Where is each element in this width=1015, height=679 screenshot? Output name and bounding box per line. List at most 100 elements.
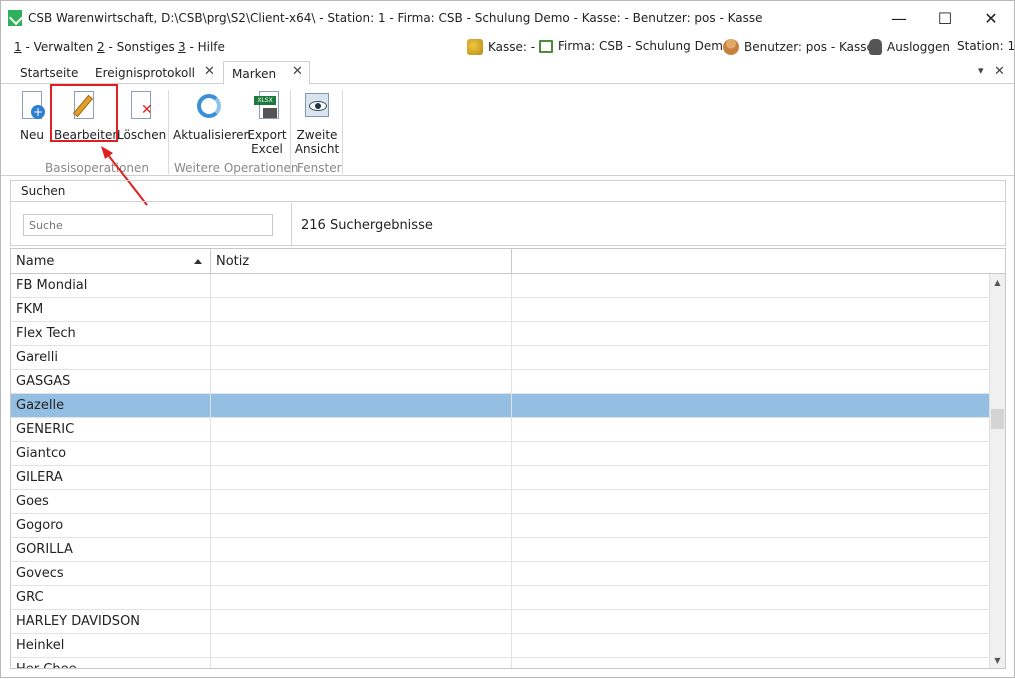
cell-notiz (211, 610, 512, 634)
cell-notiz (211, 274, 512, 298)
tab-list-dropdown-icon[interactable]: ▾ (978, 64, 984, 77)
table-row[interactable]: Govecs (11, 562, 990, 586)
loeschen-button[interactable]: ✕ Löschen (117, 88, 166, 160)
cell-name: GASGAS (11, 370, 211, 394)
document-tabs: Startseite Ereignisprotokoll ✕ Marken ✕ … (1, 60, 1014, 85)
application-window: CSB Warenwirtschaft, D:\CSB\prg\S2\Clien… (0, 0, 1015, 678)
group-label-weitere-operationen: Weitere Operationen (174, 161, 299, 175)
cell-filler (512, 322, 990, 346)
aktualisieren-button[interactable]: Aktualisieren (173, 88, 251, 160)
marken-grid: Name Notiz FB Mondial FKM Flex Tech Garelli… (10, 248, 1006, 669)
search-panel: Suchen 216 Suchergebnisse (10, 180, 1006, 246)
menu-verwalten[interactable]: 1 - Verwalten (14, 40, 93, 54)
table-row[interactable]: GORILLA (11, 538, 990, 562)
vertical-scrollbar[interactable]: ▲ ▼ (989, 274, 1005, 668)
table-row[interactable]: GASGAS (11, 370, 990, 394)
cell-name: Giantco (11, 442, 211, 466)
cash-register-icon (467, 39, 483, 55)
search-header: Suchen (11, 181, 1005, 202)
tab-marken-close-icon[interactable]: ✕ (292, 64, 303, 79)
highlight-box (50, 84, 118, 142)
minimize-button[interactable]: — (876, 1, 922, 35)
status-firma[interactable]: Firma: CSB - Schulung Demo (539, 39, 730, 53)
logout-button[interactable]: Ausloggen (869, 39, 950, 55)
table-row[interactable]: Gogoro (11, 514, 990, 538)
table-row[interactable]: FB Mondial (11, 274, 990, 298)
neu-button[interactable]: + Neu (15, 88, 49, 160)
cell-filler (512, 538, 990, 562)
cell-name: Flex Tech (11, 322, 211, 346)
table-row[interactable]: GENERIC (11, 418, 990, 442)
close-window-button[interactable]: ✕ (968, 1, 1014, 35)
cell-filler (512, 562, 990, 586)
window-title: CSB Warenwirtschaft, D:\CSB\prg\S2\Clien… (28, 11, 763, 25)
status-kasse[interactable]: Kasse: - (467, 39, 535, 55)
cell-filler (512, 466, 990, 490)
table-row[interactable]: FKM (11, 298, 990, 322)
cell-notiz (211, 346, 512, 370)
menu-hilfe[interactable]: 3 - Hilfe (178, 40, 225, 54)
cell-filler (512, 610, 990, 634)
cell-filler (512, 274, 990, 298)
column-header-name[interactable]: Name (11, 249, 211, 274)
scroll-thumb[interactable] (991, 409, 1004, 429)
cell-notiz (211, 514, 512, 538)
cell-filler (512, 586, 990, 610)
cell-name: Gogoro (11, 514, 211, 538)
maximize-button[interactable]: ☐ (922, 1, 968, 35)
cell-name: FKM (11, 298, 211, 322)
scroll-down-icon[interactable]: ▼ (990, 652, 1005, 668)
cell-filler (512, 370, 990, 394)
cell-name: Gazelle (11, 394, 211, 418)
status-station: Station: 1 (957, 39, 1015, 53)
cell-notiz (211, 490, 512, 514)
cell-filler (512, 418, 990, 442)
search-input[interactable] (23, 214, 273, 236)
tab-ereignisprotokoll[interactable]: Ereignisprotokoll (87, 61, 203, 84)
cell-filler (512, 514, 990, 538)
second-view-eye-icon (301, 90, 333, 122)
sort-ascending-icon (194, 259, 202, 264)
cell-name: GORILLA (11, 538, 211, 562)
table-row[interactable]: Gazelle (11, 394, 990, 418)
cell-name: Garelli (11, 346, 211, 370)
table-row[interactable]: Flex Tech (11, 322, 990, 346)
title-bar: CSB Warenwirtschaft, D:\CSB\prg\S2\Clien… (1, 1, 1014, 35)
table-row[interactable]: GILERA (11, 466, 990, 490)
cell-notiz (211, 538, 512, 562)
table-row[interactable]: GRC (11, 586, 990, 610)
table-row[interactable]: Garelli (11, 346, 990, 370)
table-row[interactable]: Her Chee (11, 658, 990, 668)
tab-ereignisprotokoll-close-icon[interactable]: ✕ (204, 64, 215, 79)
excel-export-icon: XLSX (251, 90, 283, 122)
ribbon-toolbar: + Neu Bearbeiten ✕ Löschen Basisoperatio… (1, 84, 1014, 176)
home-icon (539, 39, 553, 53)
cell-notiz (211, 562, 512, 586)
menu-sonstiges[interactable]: 2 - Sonstiges (97, 40, 175, 54)
cell-name: Heinkel (11, 634, 211, 658)
table-row[interactable]: Goes (11, 490, 990, 514)
user-icon (723, 39, 739, 55)
cell-notiz (211, 370, 512, 394)
table-row[interactable]: Heinkel (11, 634, 990, 658)
ribbon-separator (290, 90, 291, 174)
zweite-ansicht-button[interactable]: Zweite Ansicht (294, 88, 340, 160)
tab-startseite[interactable]: Startseite (12, 61, 86, 84)
table-row[interactable]: Giantco (11, 442, 990, 466)
grid-header: Name Notiz (11, 249, 1005, 274)
column-header-notiz[interactable]: Notiz (211, 249, 512, 274)
close-all-tabs-icon[interactable]: ✕ (994, 64, 1005, 79)
cell-name: Govecs (11, 562, 211, 586)
delete-document-icon: ✕ (125, 90, 157, 122)
cell-notiz (211, 634, 512, 658)
export-excel-button[interactable]: XLSX Export Excel (247, 88, 287, 160)
cell-filler (512, 298, 990, 322)
hand-stop-icon (869, 39, 882, 55)
table-row[interactable]: HARLEY DAVIDSON (11, 610, 990, 634)
cell-notiz (211, 298, 512, 322)
refresh-icon (193, 90, 225, 122)
status-benutzer[interactable]: Benutzer: pos - Kasse (723, 39, 874, 55)
scroll-up-icon[interactable]: ▲ (990, 274, 1005, 290)
cell-name: GENERIC (11, 418, 211, 442)
cell-notiz (211, 586, 512, 610)
